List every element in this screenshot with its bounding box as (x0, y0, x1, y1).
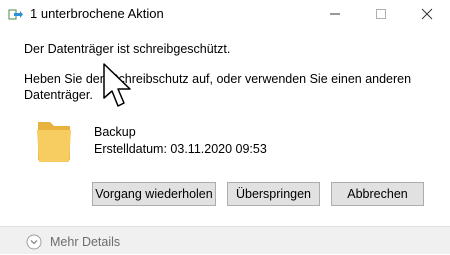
folder-icon (34, 116, 74, 164)
maximize-icon[interactable] (368, 3, 394, 25)
close-icon[interactable] (414, 3, 440, 25)
retry-button[interactable]: Vorgang wiederholen (92, 182, 216, 206)
mouse-cursor-icon (101, 62, 135, 110)
skip-button[interactable]: Überspringen (227, 182, 320, 206)
file-transfer-icon (8, 8, 24, 22)
item-name: Backup (94, 125, 136, 139)
minimize-icon[interactable] (322, 3, 348, 25)
item-created-date: Erstelldatum: 03.11.2020 09:53 (94, 142, 267, 156)
window-title: 1 unterbrochene Aktion (30, 6, 164, 21)
footer-bar: Mehr Details (0, 226, 450, 254)
chevron-down-circle-icon[interactable] (26, 234, 42, 250)
more-details-link[interactable]: Mehr Details (50, 235, 120, 249)
instruction-text: Heben Sie den Schreibschutz auf, oder ve… (24, 72, 412, 102)
title-bar[interactable]: 1 unterbrochene Aktion (0, 0, 450, 30)
error-message: Der Datenträger ist schreibgeschützt. (24, 42, 231, 56)
cancel-button[interactable]: Abbrechen (331, 182, 424, 206)
